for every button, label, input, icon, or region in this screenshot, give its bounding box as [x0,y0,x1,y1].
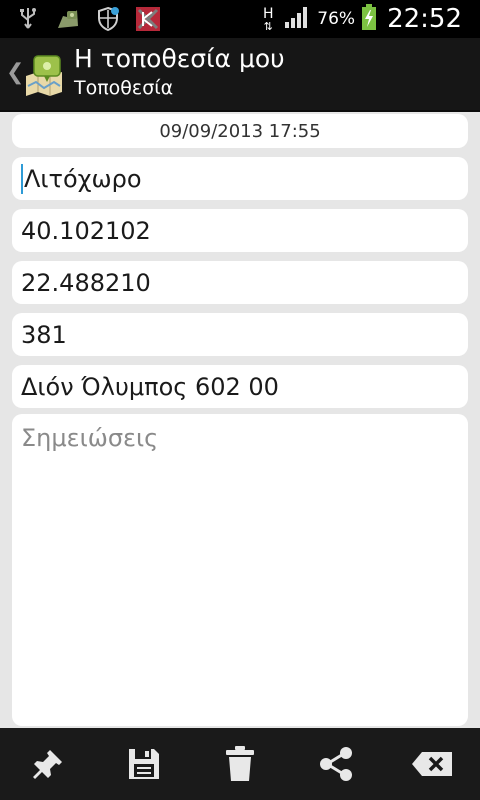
save-button[interactable] [114,734,174,794]
save-icon [129,749,159,779]
text-cursor [21,163,23,194]
longitude-field[interactable]: 22.488210 [12,261,468,304]
page-title: Η τοποθεσία μου [74,44,285,73]
pin-button[interactable] [18,734,78,794]
share-icon [320,747,352,781]
chevron-left-icon[interactable]: ❮ [6,60,24,85]
battery-charging-icon [361,3,377,35]
shield-icon [94,5,122,33]
network-type-label: H [263,5,274,22]
status-bar: H ⇅ 76% 22:52 [0,0,480,38]
signal-icon [283,4,311,34]
notes-field[interactable]: Σημειώσεις [12,414,468,726]
latitude-value: 40.102102 [21,216,151,245]
longitude-value: 22.488210 [21,268,151,297]
clock: 22:52 [387,4,462,34]
bottom-action-bar [0,728,480,800]
system-indicators: H ⇅ 76% 22:52 [259,0,462,38]
usb-icon [14,5,42,33]
kaspersky-icon [134,5,162,33]
trash-icon [226,746,254,781]
datetime-value: 09/09/2013 17:55 [159,120,321,142]
altitude-value: 381 [21,320,67,349]
notification-icons [14,4,162,34]
altitude-field[interactable]: 381 [12,313,468,356]
address-value: Διόν Όλυμπος 602 00 [21,372,279,401]
backspace-button[interactable] [402,734,462,794]
share-button[interactable] [306,734,366,794]
delete-button[interactable] [210,734,270,794]
app-notification-icon [54,5,82,33]
latitude-field[interactable]: 40.102102 [12,209,468,252]
backspace-icon [412,752,452,776]
datetime-field: 09/09/2013 17:55 [12,114,468,148]
notes-placeholder: Σημειώσεις [21,424,159,452]
name-value: Λιτόχωρο [24,164,142,193]
battery-percentage: 76% [317,9,356,29]
address-field[interactable]: Διόν Όλυμπος 602 00 [12,365,468,408]
name-field[interactable]: Λιτόχωρο [12,157,468,200]
network-type-indicator: H ⇅ [259,7,277,32]
pin-icon [33,750,62,779]
page-subtitle: Τοποθεσία [74,77,174,99]
map-location-icon[interactable] [24,52,66,96]
action-bar: ❮ Η τοποθεσία μου Τοποθεσία [0,38,480,112]
data-arrows-icon: ⇅ [263,19,273,33]
